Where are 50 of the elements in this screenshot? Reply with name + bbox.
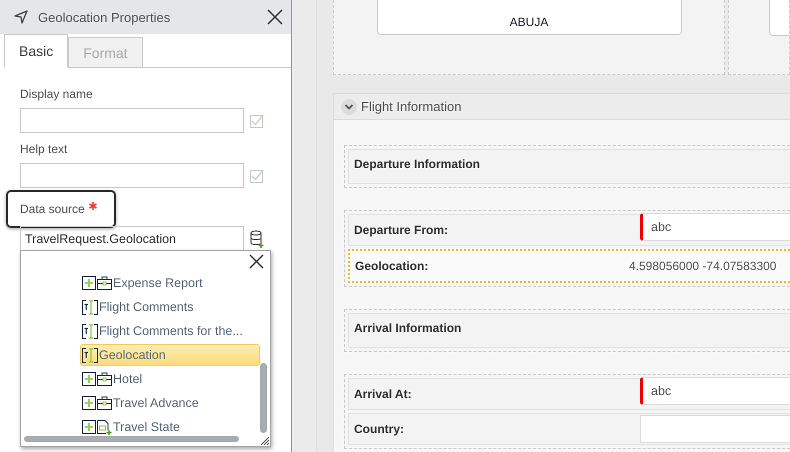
expand-plus-icon[interactable] bbox=[82, 420, 96, 434]
horizontal-scrollbar[interactable] bbox=[24, 436, 239, 442]
form-row[interactable]: Departure From: abc bbox=[348, 214, 790, 246]
checkbox-icon[interactable] bbox=[250, 168, 264, 182]
close-icon[interactable] bbox=[249, 254, 264, 269]
tree-item[interactable]: Geolocation bbox=[80, 344, 260, 366]
section-title: Flight Information bbox=[361, 99, 462, 114]
field-label: Arrival At: bbox=[354, 387, 413, 401]
tree-item[interactable]: Travel State bbox=[81, 416, 260, 438]
expand-plus-icon[interactable] bbox=[82, 396, 96, 410]
form-add-icon bbox=[97, 420, 112, 434]
input-field[interactable]: abc bbox=[640, 213, 790, 241]
field-value: 4.598056000 -74.07583300 bbox=[629, 259, 776, 273]
text-field-icon bbox=[82, 348, 98, 362]
tree-item[interactable]: Flight Comments for the... bbox=[81, 320, 260, 342]
field-label: Display name bbox=[20, 87, 93, 101]
briefcase-icon bbox=[97, 276, 112, 290]
resize-grip-icon[interactable] bbox=[261, 437, 269, 445]
tree-item[interactable]: Travel Advance bbox=[81, 392, 260, 414]
field-label: Data source bbox=[20, 202, 85, 216]
input-field[interactable] bbox=[640, 415, 790, 443]
vertical-scrollbar[interactable] bbox=[260, 363, 267, 433]
field-label: Country: bbox=[354, 422, 405, 436]
text-field-icon bbox=[82, 300, 98, 314]
tree-item[interactable]: Expense Report bbox=[81, 272, 260, 294]
field-label: Help text bbox=[20, 142, 68, 156]
group-heading: Arrival Information bbox=[354, 321, 462, 335]
panel-title: Geolocation Properties bbox=[38, 10, 172, 24]
checkbox-icon[interactable] bbox=[250, 114, 264, 128]
group-heading: Departure Information bbox=[354, 157, 480, 171]
tree-item[interactable]: Flight Comments bbox=[81, 296, 260, 318]
form-row[interactable]: Country: bbox=[348, 413, 790, 445]
briefcase-icon bbox=[97, 396, 112, 410]
expand-plus-icon[interactable] bbox=[82, 276, 96, 290]
database-add-icon[interactable] bbox=[250, 230, 264, 248]
input-field[interactable]: abc bbox=[640, 377, 790, 405]
tree-item[interactable]: Hotel bbox=[81, 368, 260, 390]
chevron-icon[interactable] bbox=[341, 98, 357, 114]
briefcase-icon bbox=[97, 372, 112, 386]
form-row[interactable]: Geolocation: 4.598056000 -74.07583300 bbox=[348, 249, 790, 283]
form-row[interactable]: Arrival At: abc bbox=[348, 378, 790, 410]
city-text: ABUJA bbox=[510, 15, 548, 29]
close-icon[interactable] bbox=[267, 9, 283, 25]
input-field[interactable] bbox=[20, 108, 244, 133]
field-label: Departure From: bbox=[354, 223, 450, 237]
navigation-arrow-icon bbox=[14, 10, 28, 24]
input-field[interactable] bbox=[20, 163, 244, 188]
text-field-icon bbox=[82, 324, 98, 338]
tab[interactable]: Basic bbox=[4, 34, 68, 68]
expand-plus-icon[interactable] bbox=[82, 372, 96, 386]
